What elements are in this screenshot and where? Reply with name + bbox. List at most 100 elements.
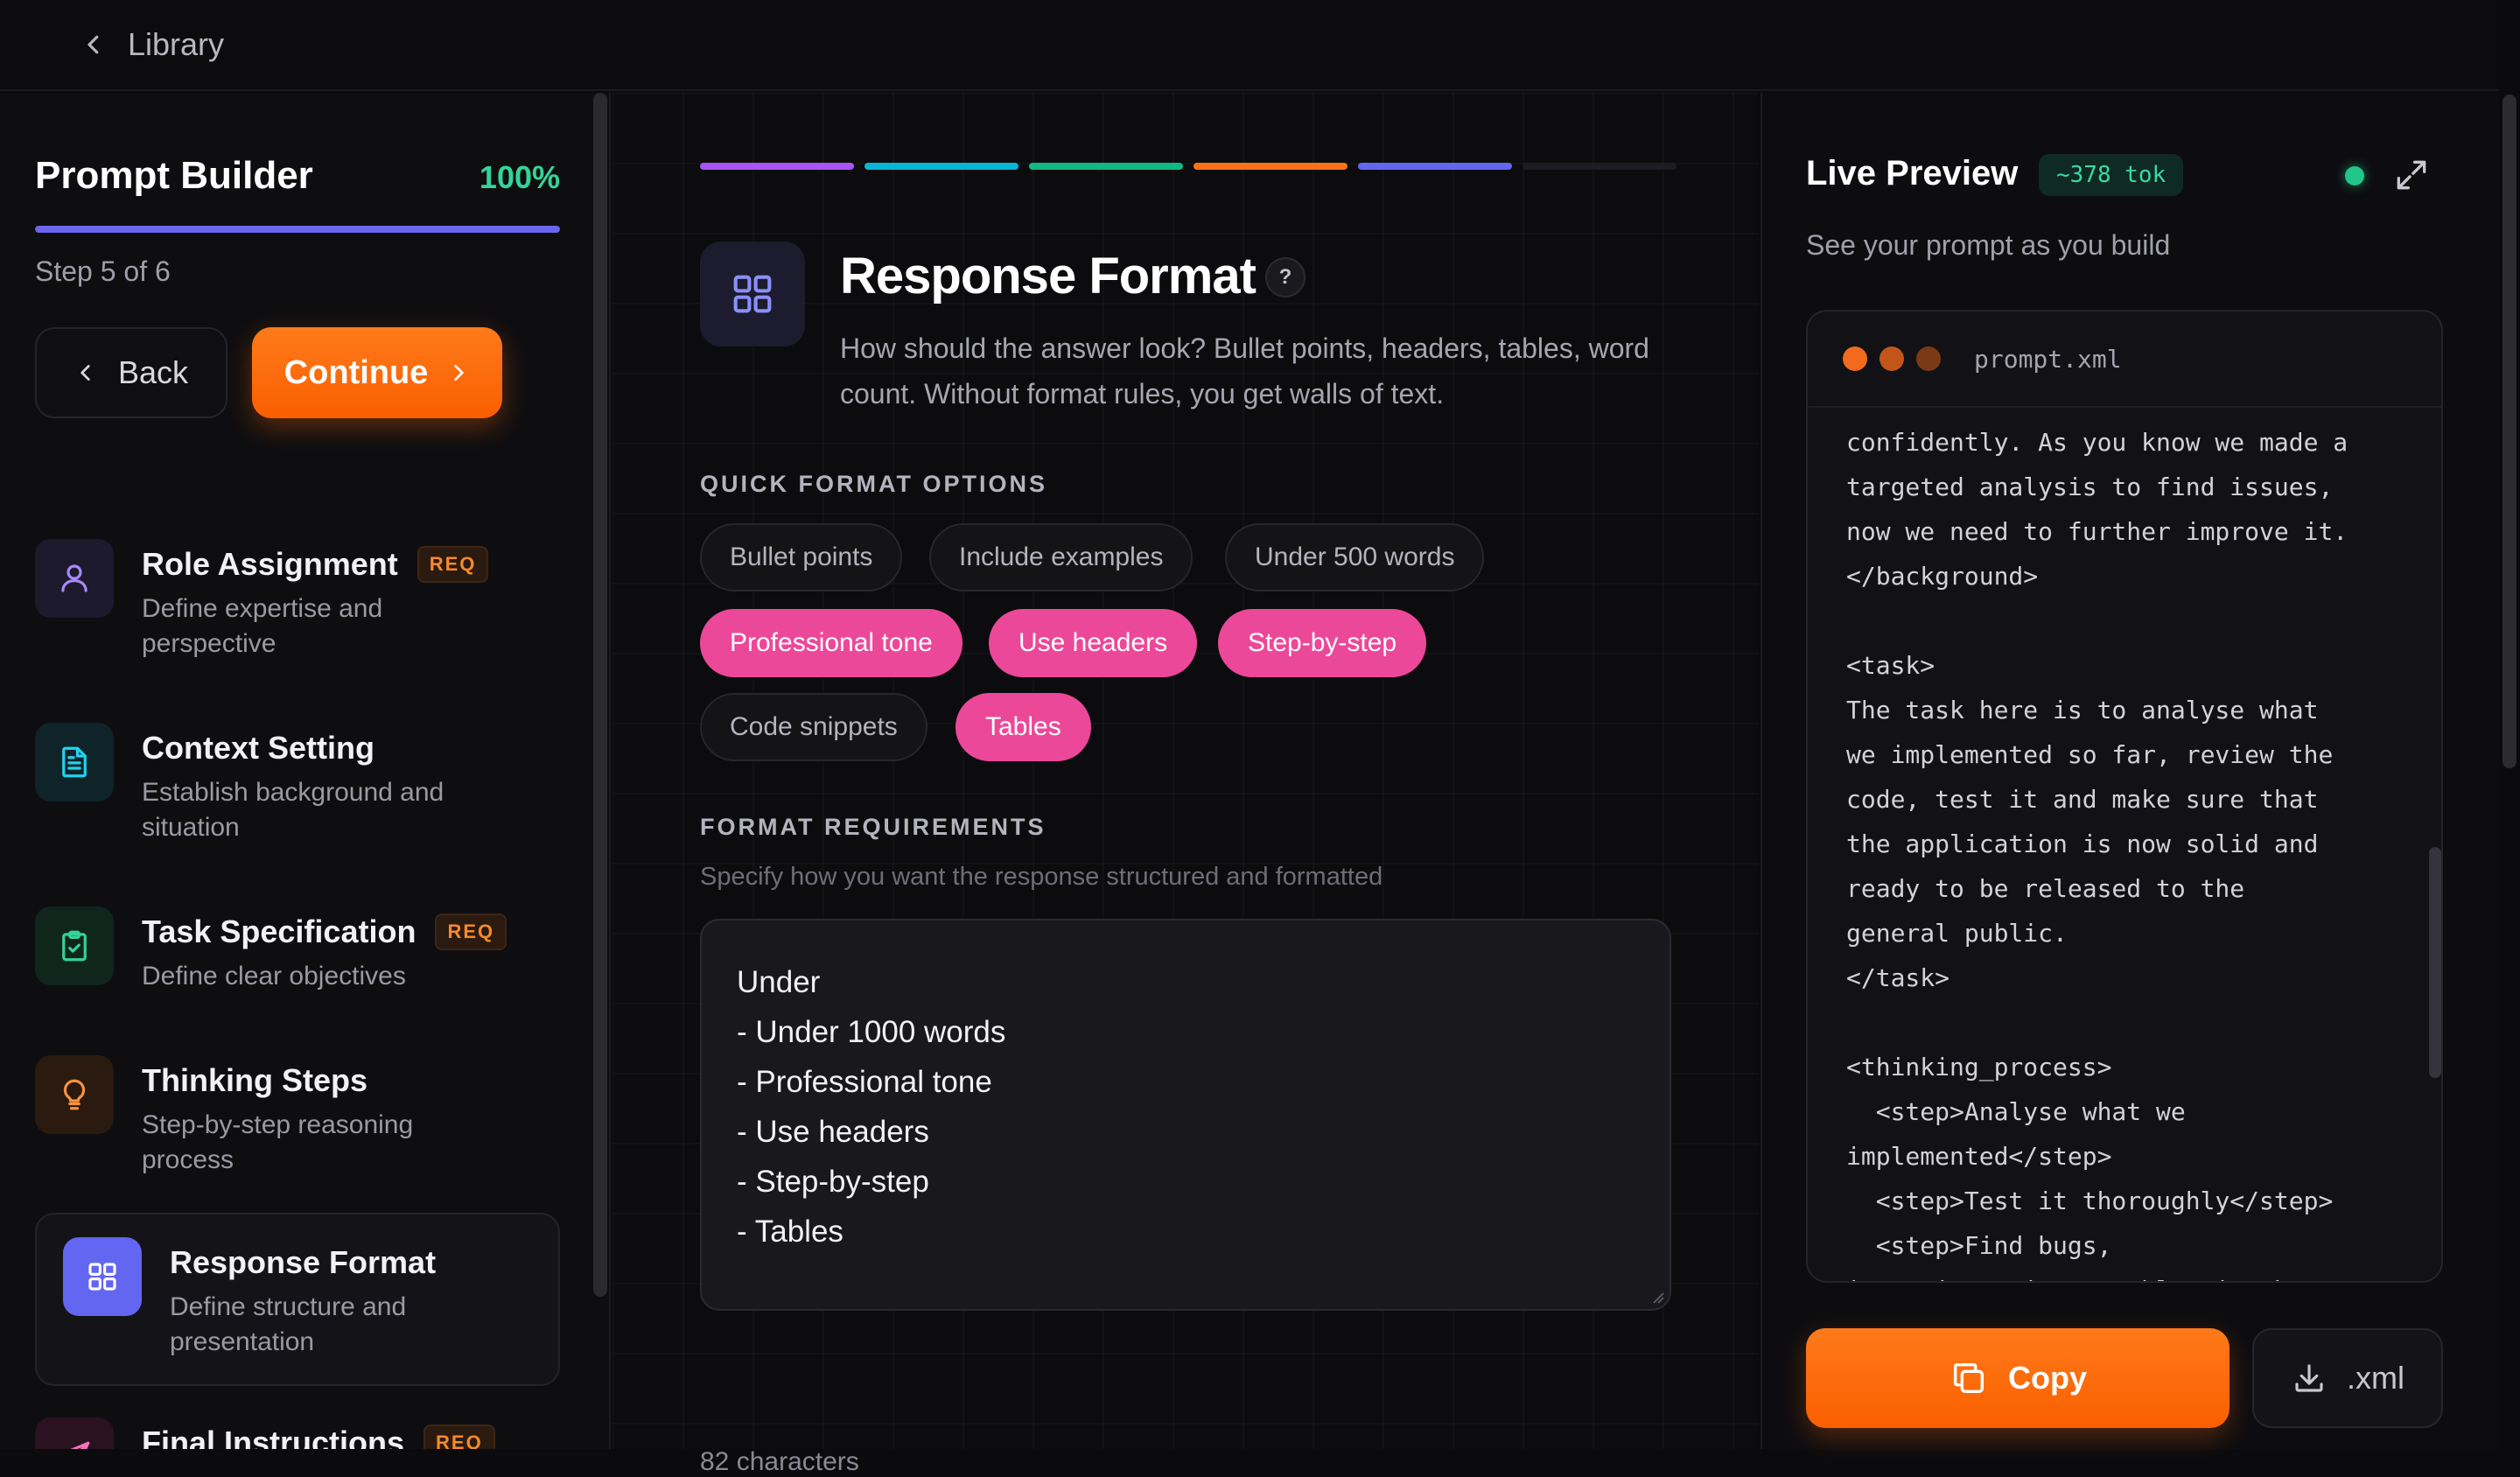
format-requirements-textarea[interactable]: Under - Under 1000 words - Professional … xyxy=(700,919,1671,1311)
code-window-header: prompt.xml xyxy=(1808,312,2441,408)
sidebar-item-response-format[interactable]: Response Format Define structure and pre… xyxy=(35,1213,560,1386)
live-preview-panel: Live Preview ~378 tok See your prompt as… xyxy=(1760,93,2499,1449)
download-icon xyxy=(2295,1364,2323,1392)
continue-button[interactable]: Continue xyxy=(252,327,502,418)
code-line: targeted analysis to find issues, xyxy=(1846,472,2334,501)
code-line: <step>Test it thoroughly</step> xyxy=(1846,1186,2334,1215)
required-badge: REQ xyxy=(424,1424,495,1449)
back-button[interactable]: Back xyxy=(35,327,228,418)
library-label: Library xyxy=(128,26,225,62)
step-title: Context Setting xyxy=(142,730,374,766)
chevron-left-icon xyxy=(88,35,99,54)
step-counter: Step 5 of 6 xyxy=(35,256,171,287)
code-line: confidently. As you know we made a xyxy=(1846,428,2348,457)
copy-button-label: Copy xyxy=(2008,1360,2087,1396)
textarea-line: Under xyxy=(737,965,821,999)
chip-professional-tone[interactable]: Professional tone xyxy=(700,609,962,677)
code-line: implemented</step> xyxy=(1846,1142,2112,1171)
main-panel: Response Format ? How should the answer … xyxy=(612,93,1759,1476)
copy-button[interactable]: Copy xyxy=(1806,1328,2230,1428)
character-count: 82 characters xyxy=(700,1447,859,1476)
format-requirements-help: Specify how you want the response struct… xyxy=(700,863,1383,891)
chip-tables[interactable]: Tables xyxy=(956,693,1091,761)
back-button-label: Back xyxy=(117,354,189,390)
library-back-link[interactable]: Library xyxy=(80,26,224,63)
token-count-badge: ~378 tok xyxy=(2039,154,2184,196)
code-line: general public. xyxy=(1846,919,2068,948)
step-title: Thinking Steps xyxy=(142,1062,368,1098)
download-xml-button[interactable]: .xml xyxy=(2252,1328,2443,1428)
live-preview-title: Live Preview xyxy=(1806,154,2019,192)
sidebar-item-task-specification[interactable]: Task Specification REQ Define clear obje… xyxy=(35,906,560,994)
quick-format-label: QUICK FORMAT OPTIONS xyxy=(700,471,1047,497)
user-icon xyxy=(35,539,114,618)
code-preview-window[interactable]: prompt.xml confidently. As you know we m… xyxy=(1806,310,2443,1283)
continue-button-label: Continue xyxy=(284,354,429,391)
progress-segment xyxy=(1522,163,1676,170)
sidebar-item-final-instructions[interactable]: Final Instructions REQ xyxy=(35,1418,560,1449)
expand-icon[interactable] xyxy=(2392,156,2431,194)
progress-segment xyxy=(864,163,1018,170)
chip-use-headers[interactable]: Use headers xyxy=(989,609,1198,677)
code-line: inconsistencies, problem in the xyxy=(1846,1268,2406,1281)
section-description: How should the answer look? Bullet point… xyxy=(840,332,1649,410)
required-badge: REQ xyxy=(435,914,508,950)
textarea-line: - Professional tone xyxy=(737,1065,992,1099)
code-filename: prompt.xml xyxy=(1974,344,2122,374)
step-title: Final Instructions xyxy=(142,1424,405,1449)
chevron-left-icon xyxy=(80,365,90,381)
textarea-line: - Under 1000 words xyxy=(737,1015,1006,1049)
textarea-line: - Use headers xyxy=(737,1115,929,1149)
chip-step-by-step[interactable]: Step-by-step xyxy=(1218,609,1427,677)
download-button-label: .xml xyxy=(2347,1360,2404,1396)
step-description: Define expertise and perspective xyxy=(142,594,383,658)
step-progress-segments xyxy=(700,163,1676,170)
progress-percent: 100% xyxy=(479,159,560,195)
sidebar-scrollbar[interactable] xyxy=(593,93,607,1297)
code-line: </background> xyxy=(1846,562,2039,591)
chip-under-500-words[interactable]: Under 500 words xyxy=(1225,523,1485,592)
code-line: <task> xyxy=(1846,651,1936,680)
code-line: ready to be released to the xyxy=(1846,874,2245,903)
textarea-line: - Step-by-step xyxy=(737,1165,929,1199)
code-line: <step>Find bugs, xyxy=(1846,1231,2112,1260)
page-scrollbar[interactable] xyxy=(2499,0,2520,1449)
lightbulb-icon xyxy=(35,1055,114,1134)
window-dot-icon xyxy=(1880,346,1904,371)
live-status-dot xyxy=(2345,166,2364,186)
sidebar-item-context-setting[interactable]: Context Setting Establish background and… xyxy=(35,723,560,845)
document-icon xyxy=(35,723,114,802)
code-line: we implemented so far, review the xyxy=(1846,740,2334,769)
progress-bar-fill xyxy=(35,226,560,233)
resize-grip-icon[interactable] xyxy=(1650,1290,1664,1304)
code-scrollbar[interactable] xyxy=(2429,847,2441,1078)
progress-segment xyxy=(1358,163,1512,170)
sidebar-item-thinking-steps[interactable]: Thinking Steps Step-by-step reasoning pr… xyxy=(35,1055,560,1178)
step-title: Task Specification xyxy=(142,914,416,949)
step-title: Response Format xyxy=(170,1244,437,1280)
prompt-builder-title: Prompt Builder xyxy=(35,154,313,197)
progress-segment xyxy=(1194,163,1348,170)
chip-include-examples[interactable]: Include examples xyxy=(929,523,1194,592)
grid-icon xyxy=(63,1237,142,1316)
window-dot-icon xyxy=(1843,346,1867,371)
required-badge: REQ xyxy=(416,546,489,583)
help-button[interactable]: ? xyxy=(1265,257,1306,298)
section-title: Response Format xyxy=(840,248,1256,304)
page-scrollbar-thumb[interactable] xyxy=(2502,94,2516,768)
clipboard-check-icon xyxy=(35,906,114,985)
step-description: Define structure and presentation xyxy=(170,1292,407,1356)
code-line: <thinking_process> xyxy=(1846,1053,2112,1082)
grid-icon xyxy=(700,242,805,346)
window-dot-icon xyxy=(1916,346,1941,371)
chip-bullet-points[interactable]: Bullet points xyxy=(700,523,903,592)
top-bar: Library xyxy=(0,0,2499,91)
code-line: The task here is to analyse what xyxy=(1846,696,2319,724)
chip-code-snippets[interactable]: Code snippets xyxy=(700,693,928,761)
code-content: confidently. As you know we made a target… xyxy=(1808,408,2441,1281)
copy-icon xyxy=(1953,1362,1984,1394)
sidebar-item-role-assignment[interactable]: Role Assignment REQ Define expertise and… xyxy=(35,539,560,662)
code-line: <step>Analyse what we xyxy=(1846,1097,2186,1126)
